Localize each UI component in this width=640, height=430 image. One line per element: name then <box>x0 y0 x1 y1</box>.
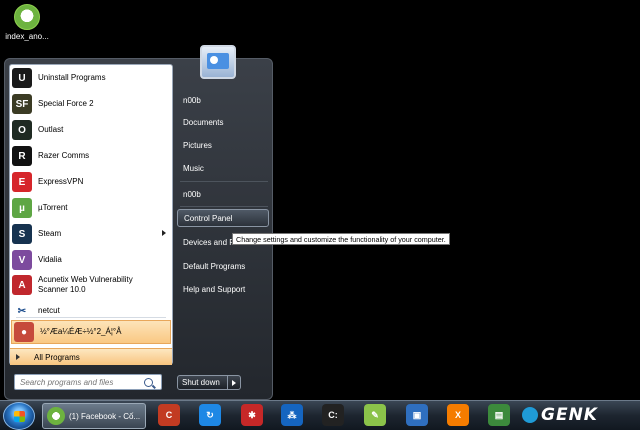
all-programs-label: All Programs <box>34 352 80 362</box>
program-item[interactable]: E ExpressVPN <box>10 170 172 194</box>
program-label: Outlast <box>38 125 64 134</box>
shortcut-icon <box>14 4 40 30</box>
right-item-label: Music <box>183 163 204 173</box>
right-item-label: n00b <box>183 189 201 199</box>
right-item-label: Pictures <box>183 140 212 150</box>
program-item[interactable]: A Acunetix Web Vulnerability Scanner 10.0 <box>10 272 172 298</box>
browser-icon <box>47 407 65 425</box>
program-label: ExpressVPN <box>38 177 84 186</box>
genk-logo-text: GENK <box>541 405 598 425</box>
search-icon[interactable] <box>144 377 153 387</box>
right-item-user[interactable]: n00b <box>177 91 269 109</box>
right-item-help[interactable]: Help and Support <box>177 280 269 298</box>
right-item-music[interactable]: Music <box>177 159 269 177</box>
speed-icon[interactable]: ↻ <box>199 404 221 426</box>
program-label: Steam <box>38 229 62 238</box>
desktop-shortcut[interactable]: index_ano... <box>4 4 50 41</box>
iobit-uninstaller-icon: U <box>12 68 32 88</box>
outlast-icon: O <box>12 120 32 140</box>
divider <box>180 206 268 207</box>
program-label: netcut <box>38 306 60 315</box>
program-label: Vidalia <box>38 255 62 264</box>
right-item-computer[interactable]: n00b <box>177 185 269 203</box>
monitor-icon[interactable]: ▤ <box>488 404 510 426</box>
right-item-documents[interactable]: Documents <box>177 113 269 131</box>
program-list: U Uninstall Programs SF Special Force 2 O Out… <box>9 64 173 365</box>
genk-logo: GENK <box>522 403 634 427</box>
right-item-label: Control Panel <box>184 213 233 223</box>
right-item-label: Documents <box>183 117 224 127</box>
program-label: Special Force 2 <box>38 99 94 108</box>
desktop-shortcut-label: index_ano... <box>5 32 49 41</box>
program-item[interactable]: ● ½°Æa¼ÉÆ÷½°2_Á¦°Å <box>11 320 171 344</box>
xampp-icon[interactable]: X <box>447 404 469 426</box>
red-app-icon[interactable]: ✱ <box>241 404 263 426</box>
program-item[interactable]: R Razer Comms <box>10 144 172 168</box>
right-item-label: n00b <box>183 95 201 105</box>
divider <box>180 181 268 182</box>
program-label: µTorrent <box>38 203 68 212</box>
right-item-label: Help and Support <box>183 284 246 294</box>
program-label: Acunetix Web Vulnerability Scanner 10.0 <box>38 275 133 294</box>
right-item-label: Default Programs <box>183 261 246 271</box>
right-item-default-programs[interactable]: Default Programs <box>177 257 269 275</box>
divider <box>16 317 166 318</box>
program-label: ½°Æa¼ÉÆ÷½°2_Á¦°Å <box>40 327 122 336</box>
shutdown-button[interactable]: Shut down <box>178 376 228 389</box>
program-label: Razer Comms <box>38 151 90 160</box>
acunetix-icon: A <box>12 275 32 295</box>
expressvpn-icon: E <box>12 172 32 192</box>
scissors-icon: ✂ <box>12 301 32 321</box>
program-item[interactable]: O Outlast <box>10 118 172 142</box>
taskbar-window-title: (1) Facebook - Cố... <box>69 411 141 421</box>
app-icon: ● <box>14 322 34 342</box>
taskbar-button-browser[interactable]: (1) Facebook - Cố... <box>42 403 146 429</box>
special-force-icon: SF <box>12 94 32 114</box>
program-label: Uninstall Programs <box>38 73 106 82</box>
utorrent-icon: µ <box>12 198 32 218</box>
tooltip: Change settings and customize the functi… <box>232 233 450 245</box>
program-item[interactable]: SF Special Force 2 <box>10 92 172 116</box>
steam-icon: S <box>12 224 32 244</box>
ccleaner-icon[interactable]: C <box>158 404 180 426</box>
control-panel-icon <box>207 53 229 69</box>
right-item-control-panel[interactable]: Control Panel <box>177 209 269 227</box>
arrow-right-icon <box>16 354 20 360</box>
submenu-arrow-icon <box>162 230 166 236</box>
genk-logo-mark <box>522 407 538 423</box>
program-item[interactable]: V Vidalia <box>10 248 172 272</box>
search-box[interactable] <box>14 374 162 390</box>
program-item[interactable]: U Uninstall Programs <box>10 66 172 90</box>
notepad-icon[interactable]: ✎ <box>364 404 386 426</box>
program-item[interactable]: µ µTorrent <box>10 196 172 220</box>
remote-desktop-icon[interactable]: ▣ <box>406 404 428 426</box>
razer-icon: R <box>12 146 32 166</box>
right-item-pictures[interactable]: Pictures <box>177 136 269 154</box>
vidalia-icon: V <box>12 250 32 270</box>
network-icon[interactable]: ⁂ <box>281 404 303 426</box>
cmd-icon[interactable]: C: <box>322 404 344 426</box>
arrow-right-icon <box>232 379 236 386</box>
start-button[interactable] <box>3 402 35 430</box>
search-input[interactable] <box>20 377 144 387</box>
all-programs-button[interactable]: All Programs <box>10 348 172 365</box>
user-picture[interactable] <box>200 45 236 79</box>
program-item[interactable]: S Steam <box>10 222 172 246</box>
shutdown-button-group: Shut down <box>177 375 241 390</box>
shutdown-options-button[interactable] <box>228 376 240 389</box>
